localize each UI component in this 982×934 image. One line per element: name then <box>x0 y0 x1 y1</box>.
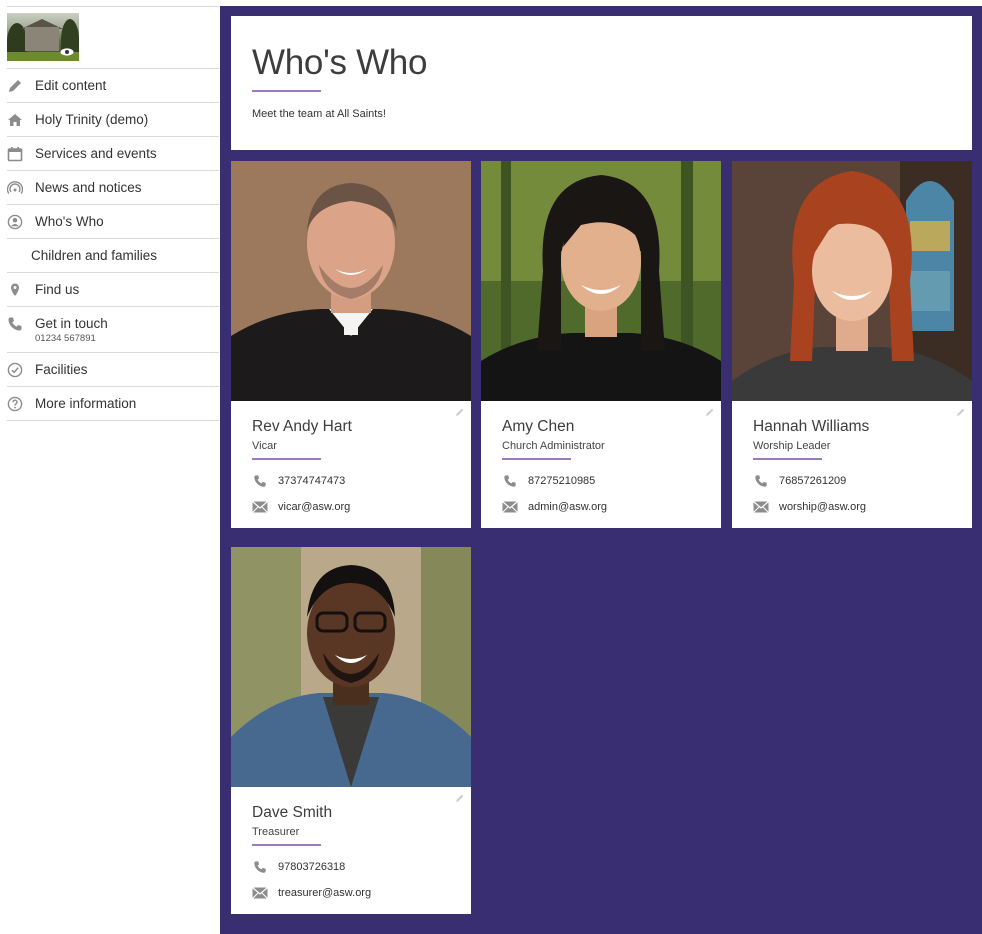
sidebar-item-label: Who's Who <box>35 214 104 229</box>
phone-icon <box>504 475 516 487</box>
edit-pencil-icon[interactable] <box>455 793 465 803</box>
person-card: Dave Smith Treasurer 97803726318 treasur… <box>231 547 471 914</box>
sidebar: Edit content Holy Trinity (demo) Service… <box>7 6 219 421</box>
sidebar-item-holy-trinity[interactable]: Holy Trinity (demo) <box>7 102 219 136</box>
page-intro: Meet the team at All Saints! <box>252 108 386 120</box>
email-address: admin@asw.org <box>528 501 608 513</box>
person-role: Treasurer <box>252 826 300 838</box>
person-photo <box>481 161 721 401</box>
sidebar-nav: Edit content Holy Trinity (demo) Service… <box>7 68 219 421</box>
sidebar-item-label: News and notices <box>35 180 142 195</box>
check-circle-icon <box>7 362 23 378</box>
sidebar-item-label: Holy Trinity (demo) <box>35 112 149 127</box>
phone-number: 97803726318 <box>278 861 346 873</box>
card-divider <box>502 458 571 460</box>
card-divider <box>252 844 321 846</box>
phone-icon <box>254 861 266 873</box>
page-header: Who's Who Meet the team at All Saints! <box>231 16 972 150</box>
card-divider <box>753 458 822 460</box>
person-phone[interactable]: 87275210985 <box>502 474 700 488</box>
person-name: Dave Smith <box>252 804 333 821</box>
email-address: treasurer@asw.org <box>278 887 372 899</box>
sidebar-item-find-us[interactable]: Find us <box>7 272 219 306</box>
main-content: Who's Who Meet the team at All Saints! R… <box>220 6 982 934</box>
person-name: Hannah Williams <box>753 418 870 435</box>
person-email[interactable]: worship@asw.org <box>753 500 951 514</box>
question-circle-icon <box>7 396 23 412</box>
sidebar-top-divider <box>7 6 219 7</box>
person-circle-icon <box>7 214 23 230</box>
person-card: Hannah Williams Worship Leader 768572612… <box>732 161 972 528</box>
envelope-icon <box>502 501 518 513</box>
phone-icon <box>7 316 23 332</box>
sidebar-item-label: Find us <box>35 282 80 297</box>
phone-number: 76857261209 <box>779 475 847 487</box>
sidebar-item-label: Facilities <box>35 362 88 377</box>
calendar-icon <box>7 146 23 162</box>
sidebar-item-label: Services and events <box>35 146 157 161</box>
sidebar-item-facilities[interactable]: Facilities <box>7 352 219 386</box>
email-address: vicar@asw.org <box>278 501 351 513</box>
sidebar-item-label: Get in touch <box>35 316 108 331</box>
phone-number: 87275210985 <box>528 475 596 487</box>
person-phone[interactable]: 76857261209 <box>753 474 951 488</box>
site-logo[interactable] <box>7 13 79 61</box>
person-photo <box>732 161 972 401</box>
email-address: worship@asw.org <box>779 501 866 513</box>
sidebar-item-news-notices[interactable]: News and notices <box>7 170 219 204</box>
phone-number: 37374747473 <box>278 475 346 487</box>
person-card: Amy Chen Church Administrator 8727521098… <box>481 161 721 528</box>
person-name: Amy Chen <box>502 418 575 435</box>
person-card-body: Dave Smith Treasurer 97803726318 treasur… <box>231 787 471 914</box>
phone-icon <box>755 475 767 487</box>
sidebar-item-services-events[interactable]: Services and events <box>7 136 219 170</box>
card-divider <box>252 458 321 460</box>
envelope-icon <box>252 501 268 513</box>
map-pin-icon <box>7 282 23 298</box>
sidebar-item-get-in-touch[interactable]: Get in touch 01234 567891 <box>7 306 219 352</box>
broadcast-icon <box>7 180 23 196</box>
edit-pencil-icon[interactable] <box>455 407 465 417</box>
sidebar-item-whos-who[interactable]: Who's Who <box>7 204 219 238</box>
person-card-body: Hannah Williams Worship Leader 768572612… <box>732 401 972 528</box>
person-role: Church Administrator <box>502 440 605 452</box>
person-role: Vicar <box>252 440 277 452</box>
sidebar-item-more-information[interactable]: More information <box>7 386 219 421</box>
phone-icon <box>254 475 266 487</box>
eye-icon[interactable] <box>60 48 74 56</box>
person-email[interactable]: treasurer@asw.org <box>252 886 450 900</box>
sidebar-item-edit-content[interactable]: Edit content <box>7 68 219 102</box>
person-card-body: Amy Chen Church Administrator 8727521098… <box>481 401 721 528</box>
person-role: Worship Leader <box>753 440 831 452</box>
sidebar-item-label: Edit content <box>35 78 107 93</box>
person-photo <box>231 161 471 401</box>
home-icon <box>7 112 23 128</box>
person-phone[interactable]: 37374747473 <box>252 474 450 488</box>
sidebar-item-label: More information <box>35 396 137 411</box>
page-title: Who's Who <box>252 43 428 82</box>
sidebar-item-label: Children and families <box>31 248 158 263</box>
envelope-icon <box>252 887 268 899</box>
title-underline <box>252 90 321 92</box>
person-photo <box>231 547 471 787</box>
person-card: Rev Andy Hart Vicar 37374747473 vicar@as… <box>231 161 471 528</box>
sidebar-item-phone-number: 01234 567891 <box>35 333 96 344</box>
person-phone[interactable]: 97803726318 <box>252 860 450 874</box>
envelope-icon <box>753 501 769 513</box>
person-name: Rev Andy Hart <box>252 418 352 435</box>
sidebar-item-children-families[interactable]: Children and families <box>7 238 219 272</box>
person-email[interactable]: admin@asw.org <box>502 500 700 514</box>
person-email[interactable]: vicar@asw.org <box>252 500 450 514</box>
person-card-body: Rev Andy Hart Vicar 37374747473 vicar@as… <box>231 401 471 528</box>
edit-pencil-icon[interactable] <box>705 407 715 417</box>
edit-pencil-icon[interactable] <box>956 407 966 417</box>
pencil-icon <box>7 78 23 94</box>
